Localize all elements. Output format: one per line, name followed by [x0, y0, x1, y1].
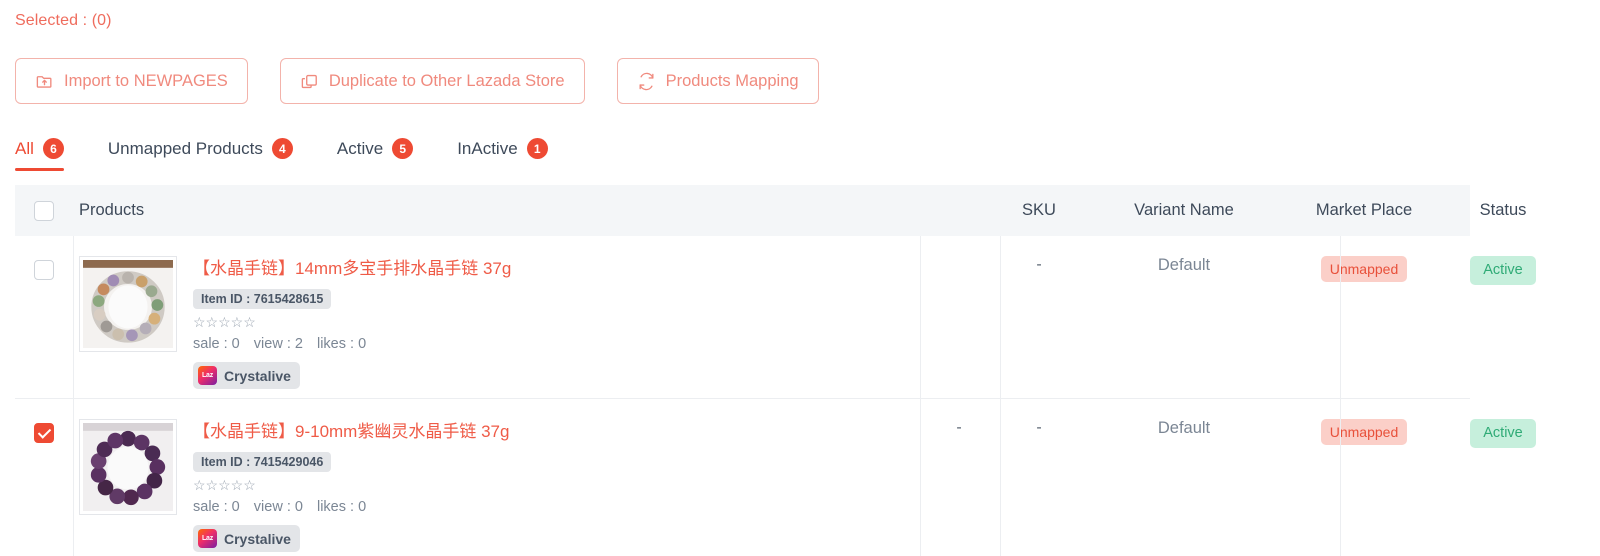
view-count: view : 0: [253, 499, 303, 516]
products-table: Products SKU Variant Name Market Place S…: [15, 185, 1536, 556]
tab-inactive[interactable]: InActive 1: [457, 138, 548, 171]
status-filter-tabs: All 6 Unmapped Products 4 Active 5 InAct…: [15, 138, 592, 171]
copy-icon: [300, 72, 319, 91]
bulk-actions-toolbar: Import to NEWPAGES Duplicate to Other La…: [15, 58, 819, 104]
status-badge: Active: [1470, 256, 1536, 285]
table-header-row: Products SKU Variant Name Market Place S…: [15, 185, 1526, 236]
variant-name-cell: Default: [1157, 419, 1211, 437]
column-divider: [73, 399, 74, 556]
sale-count: sale : 0: [193, 499, 240, 516]
duplicate-to-other-lazada-store-button[interactable]: Duplicate to Other Lazada Store: [279, 58, 585, 104]
bracelet-photo-multicolor: [83, 260, 173, 348]
column-divider: [920, 399, 921, 556]
column-divider: [920, 236, 921, 398]
row-select-cell: [15, 236, 73, 398]
market-place-badge: Unmapped: [1320, 256, 1408, 283]
sync-icon: [637, 72, 656, 91]
status-badge: Active: [1470, 419, 1536, 448]
tab-inactive-label: InActive: [457, 138, 518, 158]
column-divider: [73, 236, 74, 398]
lazada-logo-icon: Laz: [198, 366, 217, 386]
status-cell: Active: [1438, 236, 1568, 398]
product-title-link[interactable]: 【水晶手链】14mm多宝手排水晶手链 37g: [193, 258, 511, 280]
column-header-products: Products: [79, 201, 145, 219]
column-divider: [1340, 399, 1341, 556]
sku-cell: -: [1036, 419, 1042, 436]
tab-active[interactable]: Active 5: [336, 138, 414, 171]
tab-active-count: 5: [392, 138, 414, 159]
market-place-cell: Unmapped: [1290, 399, 1438, 556]
products-mapping-label: Products Mapping: [665, 71, 799, 90]
table-row[interactable]: 【水晶手链】14mm多宝手排水晶手链 37g Item ID : 7615428…: [15, 236, 1536, 399]
sale-count: sale : 0: [193, 336, 240, 353]
likes-count: likes : 0: [316, 336, 367, 353]
rating-stars: ☆☆☆☆☆: [193, 477, 256, 494]
rating-stars: ☆☆☆☆☆: [193, 314, 256, 331]
sku-cell: -: [1036, 256, 1042, 273]
tab-unmapped-products-label: Unmapped Products: [107, 138, 263, 158]
market-place-cell: Unmapped: [1290, 236, 1438, 398]
tab-unmapped-products[interactable]: Unmapped Products 4: [108, 138, 293, 171]
sku-left-cell: -: [956, 419, 962, 436]
tab-all[interactable]: All 6: [15, 138, 64, 171]
column-header-sku: SKU: [1022, 201, 1056, 219]
table-row[interactable]: 【水晶手链】9-10mm紫幽灵水晶手链 37g Item ID : 741542…: [15, 399, 1536, 556]
import-to-newpages-button[interactable]: Import to NEWPAGES: [15, 58, 248, 104]
tab-all-count: 6: [42, 138, 64, 159]
product-thumbnail[interactable]: [79, 419, 177, 515]
shop-badge: Laz Crystalive: [193, 525, 300, 553]
shop-badge: Laz Crystalive: [193, 362, 300, 390]
shop-name: Crystalive: [224, 367, 291, 384]
row-select-cell: [15, 399, 73, 556]
view-count: view : 2: [253, 336, 303, 353]
product-cell: 【水晶手链】14mm多宝手排水晶手链 37g Item ID : 7615428…: [73, 236, 918, 398]
product-stats: sale : 0 view : 2 likes : 0: [193, 336, 511, 352]
duplicate-to-other-lazada-store-label: Duplicate to Other Lazada Store: [328, 71, 565, 90]
likes-count: likes : 0: [316, 499, 367, 516]
selected-count-label: Selected : (0): [15, 12, 112, 29]
products-page: Selected : (0) Import to NEWPAGES Duplic…: [0, 0, 1600, 556]
shop-name: Crystalive: [224, 530, 291, 547]
product-cell: 【水晶手链】9-10mm紫幽灵水晶手链 37g Item ID : 741542…: [73, 399, 918, 556]
sku-left-cell: [918, 236, 1000, 398]
table-body: 【水晶手链】14mm多宝手排水晶手链 37g Item ID : 7615428…: [15, 236, 1536, 556]
column-header-market-place: Market Place: [1315, 201, 1413, 219]
market-place-badge: Unmapped: [1320, 419, 1408, 446]
lazada-logo-icon: Laz: [198, 529, 217, 549]
row-checkbox[interactable]: [34, 260, 54, 280]
folder-upload-icon: [35, 72, 54, 91]
product-stats: sale : 0 view : 0 likes : 0: [193, 499, 509, 515]
tab-all-label: All: [15, 138, 34, 158]
product-item-id: Item ID : 7415429046: [193, 452, 332, 473]
select-all-checkbox[interactable]: [34, 200, 54, 221]
product-item-id: Item ID : 7615428615: [193, 289, 332, 310]
products-mapping-button[interactable]: Products Mapping: [616, 58, 819, 104]
column-header-variant-name: Variant Name: [1134, 201, 1234, 219]
bracelet-photo-amethyst: [83, 423, 173, 511]
variant-name-cell: Default: [1157, 256, 1211, 274]
column-divider: [1000, 399, 1001, 556]
tab-active-label: Active: [336, 138, 384, 158]
row-checkbox[interactable]: [34, 423, 54, 443]
product-title-link[interactable]: 【水晶手链】9-10mm紫幽灵水晶手链 37g: [193, 421, 509, 443]
column-header-status: Status: [1479, 201, 1527, 219]
column-divider: [1000, 236, 1001, 398]
select-all-cell: [15, 200, 73, 221]
product-thumbnail[interactable]: [79, 256, 177, 352]
tab-inactive-count: 1: [526, 138, 548, 159]
column-divider: [1340, 236, 1341, 398]
status-cell: Active: [1438, 399, 1568, 556]
import-to-newpages-label: Import to NEWPAGES: [64, 71, 228, 90]
tab-unmapped-products-count: 4: [271, 138, 293, 159]
